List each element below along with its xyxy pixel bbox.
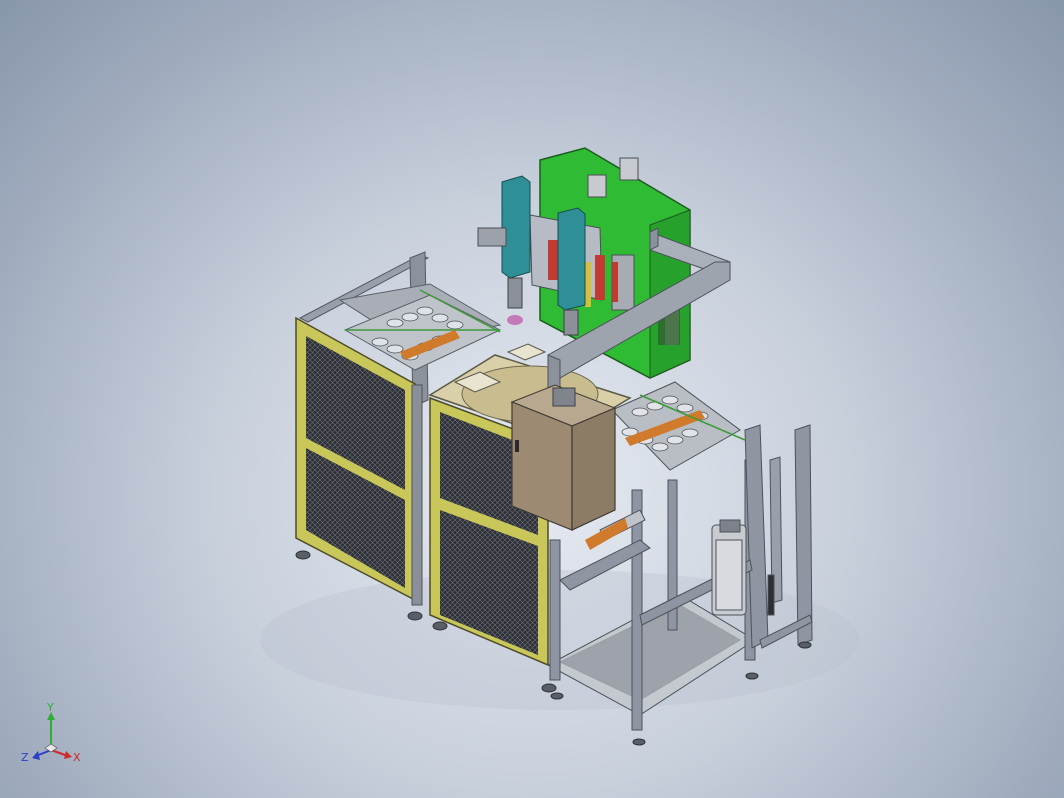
z-axis-label: Z — [21, 751, 29, 764]
electrical-cabinet[interactable] — [510, 384, 617, 531]
assembly-model[interactable] — [0, 0, 1064, 798]
teal-actuator-1 — [501, 175, 531, 325]
y-axis-label: Y — [46, 701, 54, 714]
x-axis-label: X — [73, 751, 81, 764]
graphics-viewport[interactable]: Y X Z — [0, 0, 1064, 798]
coordinate-triad: Y X Z — [18, 700, 88, 775]
